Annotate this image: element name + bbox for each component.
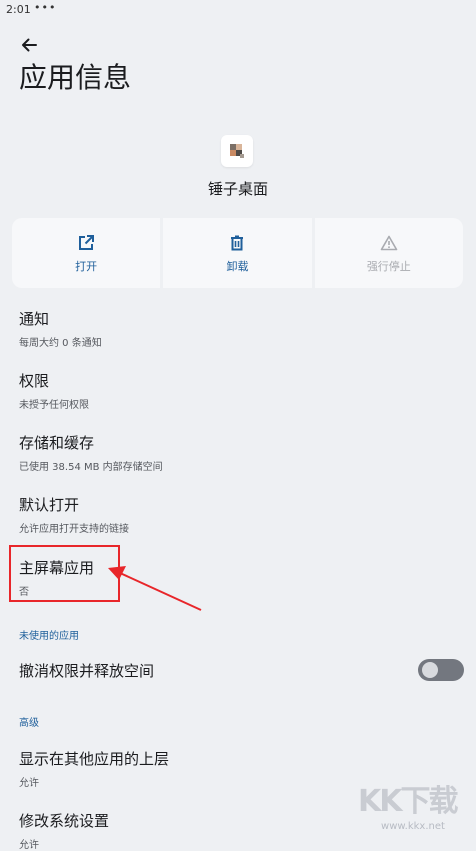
trash-icon bbox=[231, 235, 244, 251]
action-bar: 打开 卸载 强行停止 bbox=[12, 218, 463, 288]
settings-item-title: 权限 bbox=[19, 372, 50, 390]
settings-item-subtitle: 每周大约 0 条通知 bbox=[19, 338, 102, 349]
settings-item-subtitle: 允许 bbox=[19, 840, 39, 851]
settings-item-title: 撤消权限并释放空间 bbox=[19, 662, 155, 680]
section-header-advanced: 高级 bbox=[19, 718, 39, 729]
toggle-knob bbox=[422, 662, 438, 678]
uninstall-label: 卸载 bbox=[226, 260, 249, 273]
watermark-url: www.kkx.net bbox=[381, 821, 445, 832]
settings-item-storage[interactable]: 存储和缓存 已使用 38.54 MB 内部存储空间 bbox=[19, 432, 163, 473]
settings-item-subtitle: 未授予任何权限 bbox=[19, 400, 89, 411]
settings-item-display-over-apps[interactable]: 显示在其他应用的上层 允许 bbox=[19, 748, 169, 789]
status-time: 2:01 bbox=[6, 3, 31, 16]
watermark: KK下载 www.kkx.net bbox=[358, 783, 468, 843]
settings-item-open-by-default[interactable]: 默认打开 允许应用打开支持的链接 bbox=[19, 494, 129, 535]
settings-item-notifications[interactable]: 通知 每周大约 0 条通知 bbox=[19, 308, 102, 349]
status-more-dots: ••• bbox=[34, 1, 57, 14]
settings-item-title: 通知 bbox=[19, 310, 50, 328]
annotation-highlight-box bbox=[9, 545, 120, 602]
settings-item-permissions[interactable]: 权限 未授予任何权限 bbox=[19, 370, 89, 411]
settings-item-title: 修改系统设置 bbox=[19, 812, 110, 830]
settings-item-subtitle: 允许应用打开支持的链接 bbox=[19, 524, 129, 535]
status-bar: 2:01 ••• bbox=[0, 0, 476, 22]
open-button[interactable]: 打开 bbox=[12, 218, 161, 288]
back-button[interactable] bbox=[16, 32, 42, 58]
open-external-icon bbox=[79, 235, 95, 250]
settings-item-title: 默认打开 bbox=[19, 496, 80, 514]
open-label: 打开 bbox=[75, 260, 98, 273]
page-title: 应用信息 bbox=[19, 61, 132, 94]
section-header-unused-apps: 未使用的应用 bbox=[19, 631, 79, 642]
app-name: 锤子桌面 bbox=[207, 180, 268, 198]
settings-item-subtitle: 允许 bbox=[19, 778, 39, 789]
force-stop-label: 强行停止 bbox=[366, 260, 411, 273]
settings-item-modify-system-settings[interactable]: 修改系统设置 允许 bbox=[19, 810, 109, 851]
settings-item-remove-permissions[interactable]: 撤消权限并释放空间 bbox=[19, 660, 154, 681]
arrow-left-icon bbox=[22, 38, 37, 52]
settings-item-title: 显示在其他应用的上层 bbox=[19, 750, 170, 768]
annotation-arrow-icon bbox=[108, 566, 202, 611]
uninstall-button[interactable]: 卸载 bbox=[163, 218, 312, 288]
app-icon bbox=[221, 135, 253, 167]
watermark-logo: KK下载 bbox=[358, 784, 459, 819]
settings-item-title: 存储和缓存 bbox=[19, 434, 95, 452]
settings-item-subtitle: 已使用 38.54 MB 内部存储空间 bbox=[19, 462, 163, 473]
remove-permissions-toggle[interactable] bbox=[418, 659, 464, 681]
force-stop-button[interactable]: 强行停止 bbox=[314, 218, 463, 288]
warning-icon bbox=[380, 235, 398, 251]
app-logo-icon bbox=[230, 144, 244, 158]
